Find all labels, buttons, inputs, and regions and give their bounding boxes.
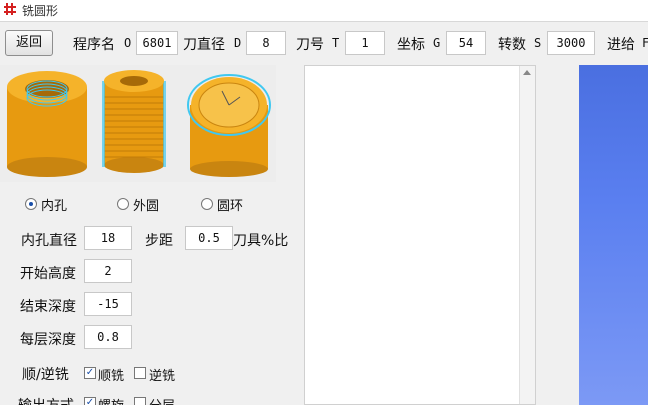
- output-mode-label: 输出方式: [18, 395, 74, 405]
- scroll-up-icon[interactable]: [523, 70, 531, 75]
- title-bar: 铣圆形: [0, 0, 648, 22]
- radio-selected-icon: [25, 198, 37, 210]
- outer-circle-preview-image: [102, 70, 166, 173]
- layered-output-label: 分层: [149, 395, 175, 405]
- end-depth-label: 结束深度: [20, 299, 76, 315]
- tool-percent-label: 刀具%比: [233, 233, 289, 249]
- start-height-label: 开始高度: [20, 266, 76, 282]
- milling-direction-label: 顺/逆铣: [22, 367, 69, 383]
- coordinate-label: 坐标: [397, 37, 425, 53]
- feed-rate-prefix: F: [642, 36, 648, 50]
- tool-number-prefix: T: [332, 36, 340, 50]
- window-title: 铣圆形: [22, 4, 59, 18]
- tool-number-label: 刀号: [296, 37, 324, 53]
- coordinate-input[interactable]: 54: [446, 31, 486, 55]
- 3d-viewport[interactable]: [579, 65, 648, 405]
- program-name-input[interactable]: 6801: [136, 31, 178, 55]
- tool-diameter-input[interactable]: 8: [246, 31, 286, 55]
- layered-output-checkbox[interactable]: [134, 397, 146, 405]
- conventional-milling-checkbox[interactable]: [134, 367, 146, 379]
- climb-milling-checkbox[interactable]: ✓: [84, 367, 96, 379]
- radio-unselected-icon: [117, 198, 129, 210]
- spindle-speed-input[interactable]: 3000: [547, 31, 595, 55]
- program-name-label: 程序名: [73, 37, 115, 53]
- spiral-output-label: 螺旋: [98, 395, 124, 405]
- ring-preview-image: [187, 74, 271, 177]
- inner-diameter-input[interactable]: 18: [84, 226, 132, 250]
- step-input[interactable]: 0.5: [185, 226, 233, 250]
- toolbar: 返回 程序名 O 6801 刀直径 D 8 刀号 T 1 坐标 G 54 转数 …: [0, 22, 648, 64]
- radio-unselected-icon: [201, 198, 213, 210]
- app-logo-icon: [3, 1, 19, 17]
- start-height-input[interactable]: 2: [84, 259, 132, 283]
- back-button[interactable]: 返回: [5, 30, 53, 56]
- inner-hole-preview-image: [7, 71, 87, 177]
- program-prefix: O: [124, 36, 132, 50]
- inner-diameter-label: 内孔直径: [21, 233, 77, 249]
- end-depth-input[interactable]: -15: [84, 292, 132, 316]
- gcode-output-panel[interactable]: [304, 65, 536, 405]
- vertical-scrollbar[interactable]: [519, 66, 535, 404]
- mode-ring-radio[interactable]: 圆环: [201, 195, 244, 214]
- spindle-speed-label: 转数: [498, 37, 526, 53]
- mode-ring-label: 圆环: [217, 198, 244, 214]
- mode-preview-strip: [0, 65, 276, 182]
- layer-depth-input[interactable]: 0.8: [84, 325, 132, 349]
- step-label: 步距: [145, 233, 173, 249]
- conventional-milling-label: 逆铣: [149, 369, 176, 384]
- mode-inner-hole-label: 内孔: [41, 198, 68, 214]
- coordinate-prefix: G: [433, 36, 441, 50]
- tool-diameter-label: 刀直径: [183, 37, 225, 53]
- feed-rate-label: 进给: [607, 37, 635, 53]
- layer-depth-label: 每层深度: [20, 332, 76, 348]
- spindle-speed-prefix: S: [534, 36, 542, 50]
- mode-outer-circle-radio[interactable]: 外圆: [117, 195, 160, 214]
- climb-milling-label: 顺铣: [98, 369, 125, 384]
- tool-diameter-prefix: D: [234, 36, 242, 50]
- mode-outer-circle-label: 外圆: [133, 198, 160, 214]
- tool-number-input[interactable]: 1: [345, 31, 385, 55]
- spiral-output-checkbox[interactable]: ✓: [84, 397, 96, 405]
- mode-inner-hole-radio[interactable]: 内孔: [25, 195, 68, 214]
